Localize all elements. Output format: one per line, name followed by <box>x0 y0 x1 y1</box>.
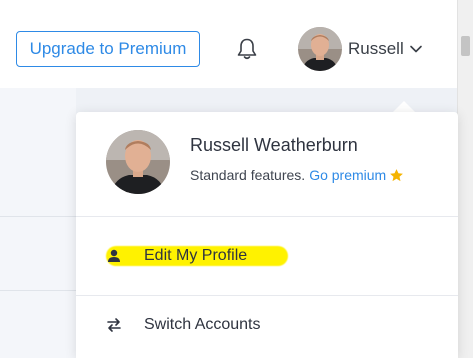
menu-item-switch-accounts[interactable]: Switch Accounts <box>76 296 458 358</box>
user-icon <box>108 249 120 262</box>
go-premium-link[interactable]: Go premium <box>309 167 386 183</box>
menu-item-label: Switch Accounts <box>144 316 261 333</box>
scrollbar-thumb[interactable] <box>461 36 470 56</box>
full-name: Russell Weatherburn <box>190 135 358 155</box>
plan-text: Standard features. <box>190 167 306 183</box>
user-name: Russell <box>348 39 404 58</box>
menu-item-label: Edit My Profile <box>144 247 248 264</box>
avatar <box>298 27 342 71</box>
avatar-large <box>106 130 170 194</box>
plan-info: Standard features. Go premium <box>190 167 404 183</box>
star-icon <box>390 168 404 181</box>
upgrade-button[interactable]: Upgrade to Premium <box>16 31 200 67</box>
chevron-down-icon <box>409 45 422 53</box>
bell-icon[interactable] <box>236 37 258 61</box>
scrollbar[interactable] <box>457 0 473 358</box>
profile-summary: Russell Weatherburn Standard features. G… <box>76 112 458 217</box>
menu-item-edit-profile[interactable]: Edit My Profile <box>76 217 458 296</box>
swap-arrows-icon <box>107 318 121 332</box>
user-menu-toggle[interactable]: Russell <box>298 27 423 71</box>
user-dropdown-menu: Russell Weatherburn Standard features. G… <box>76 112 458 358</box>
background-content <box>0 88 76 358</box>
